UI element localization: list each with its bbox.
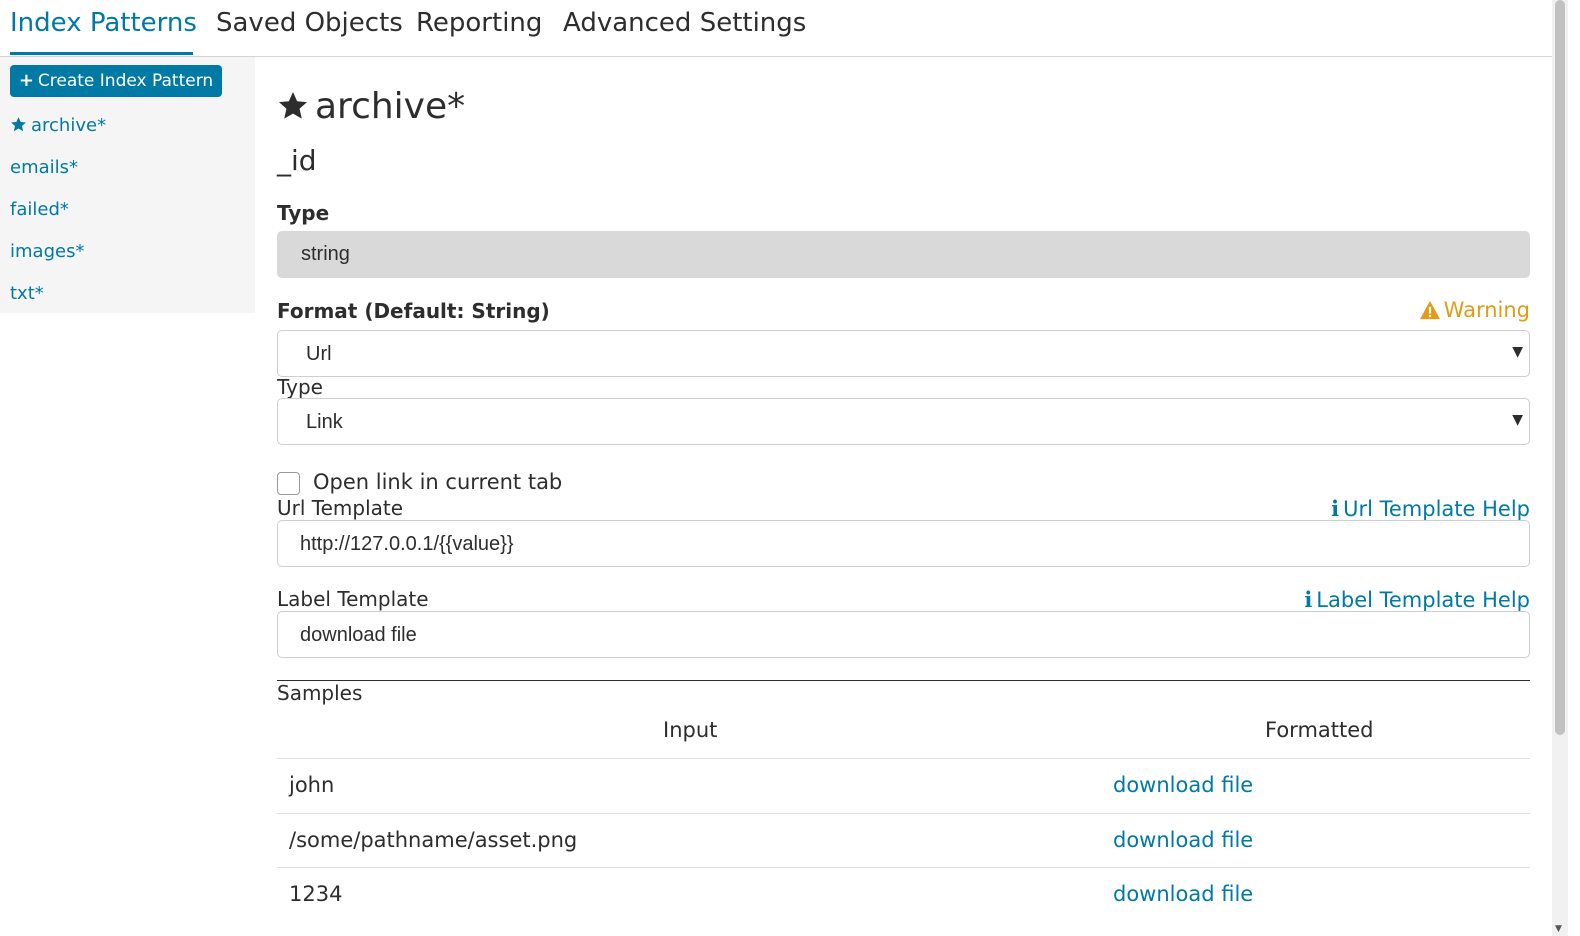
field-name: _id: [277, 144, 317, 177]
link-type-select-value: Link: [306, 411, 343, 433]
sidebar-item-label: emails*: [10, 157, 79, 178]
sidebar-item-images[interactable]: images*: [10, 241, 84, 262]
page-title-text: archive*: [315, 86, 466, 127]
format-select[interactable]: Url ▼: [277, 330, 1530, 377]
sample-formatted-link[interactable]: download file: [1113, 882, 1253, 906]
tab-saved-objects[interactable]: Saved Objects: [216, 8, 403, 38]
format-warning: Warning: [1419, 298, 1530, 322]
label-template-label: Label Template: [277, 587, 429, 611]
type-value: string: [301, 243, 350, 265]
type-readonly-field: string: [277, 231, 1530, 278]
samples-title: Samples: [277, 681, 363, 705]
info-icon: i: [1304, 587, 1313, 612]
label-template-help-text: Label Template Help: [1316, 588, 1530, 612]
sidebar-item-label: txt*: [10, 283, 44, 304]
column-header-formatted: Formatted: [1265, 718, 1374, 742]
create-index-pattern-button[interactable]: + Create Index Pattern: [10, 65, 222, 97]
scroll-down-arrow-icon[interactable]: ▼: [1555, 924, 1562, 934]
samples-divider: [277, 680, 1530, 681]
sample-input-cell: 1234: [289, 882, 343, 906]
format-select-value: Url: [306, 343, 332, 365]
star-icon[interactable]: [277, 90, 309, 122]
sample-input-cell: /some/pathname/asset.png: [289, 828, 578, 852]
url-template-input[interactable]: http://127.0.0.1/{{value}}: [277, 520, 1530, 567]
warning-text: Warning: [1443, 298, 1530, 322]
sidebar-item-archive[interactable]: archive*: [10, 115, 106, 136]
star-icon: [11, 117, 26, 132]
sidebar-item-txt[interactable]: txt*: [10, 283, 44, 304]
url-template-help-text: Url Template Help: [1343, 497, 1530, 521]
sidebar-item-label: failed*: [10, 199, 69, 220]
sidebar-item-label: archive*: [31, 115, 107, 136]
sidebar-item-label: images*: [10, 241, 85, 262]
active-tab-indicator: [10, 52, 193, 55]
index-pattern-sidebar: + Create Index Pattern archive* emails* f…: [0, 57, 255, 313]
open-current-tab-checkbox[interactable]: [277, 472, 300, 495]
url-template-value: http://127.0.0.1/{{value}}: [300, 533, 514, 555]
warning-icon: [1419, 300, 1440, 320]
tab-reporting[interactable]: Reporting: [416, 8, 542, 38]
label-template-help-link[interactable]: i Label Template Help: [1304, 587, 1530, 612]
tab-advanced-settings[interactable]: Advanced Settings: [563, 8, 806, 38]
type-label: Type: [277, 201, 330, 225]
sample-formatted-link[interactable]: download file: [1113, 828, 1253, 852]
top-navigation: Index Patterns Saved Objects Reporting A…: [0, 0, 1552, 57]
column-header-input: Input: [663, 718, 718, 742]
info-icon: i: [1331, 496, 1340, 521]
table-row-divider: [277, 867, 1530, 868]
label-template-input[interactable]: download file: [277, 611, 1530, 658]
label-template-value: download file: [300, 624, 417, 646]
url-template-label: Url Template: [277, 496, 404, 520]
sample-formatted-link[interactable]: download file: [1113, 773, 1253, 797]
vertical-scrollbar[interactable]: ▼: [1552, 0, 1568, 936]
open-current-tab-label: Open link in current tab: [313, 470, 563, 494]
dropdown-arrow-icon: ▼: [1512, 412, 1523, 428]
dropdown-arrow-icon: ▼: [1512, 344, 1523, 360]
plus-icon: +: [18, 70, 34, 91]
create-index-pattern-label: Create Index Pattern: [37, 71, 214, 91]
scrollbar-thumb[interactable]: [1555, 0, 1565, 735]
link-type-label: Type: [277, 375, 323, 399]
page-title: archive*: [277, 86, 465, 127]
link-type-select[interactable]: Link ▼: [277, 398, 1530, 445]
sidebar-item-failed[interactable]: failed*: [10, 199, 69, 220]
sample-input-cell: john: [289, 773, 335, 797]
table-row-divider: [277, 758, 1530, 759]
table-row-divider: [277, 813, 1530, 814]
sidebar-item-emails[interactable]: emails*: [10, 157, 78, 178]
tab-index-patterns[interactable]: Index Patterns: [10, 8, 197, 38]
url-template-help-link[interactable]: i Url Template Help: [1331, 496, 1530, 521]
format-label: Format (Default: String): [277, 299, 550, 323]
